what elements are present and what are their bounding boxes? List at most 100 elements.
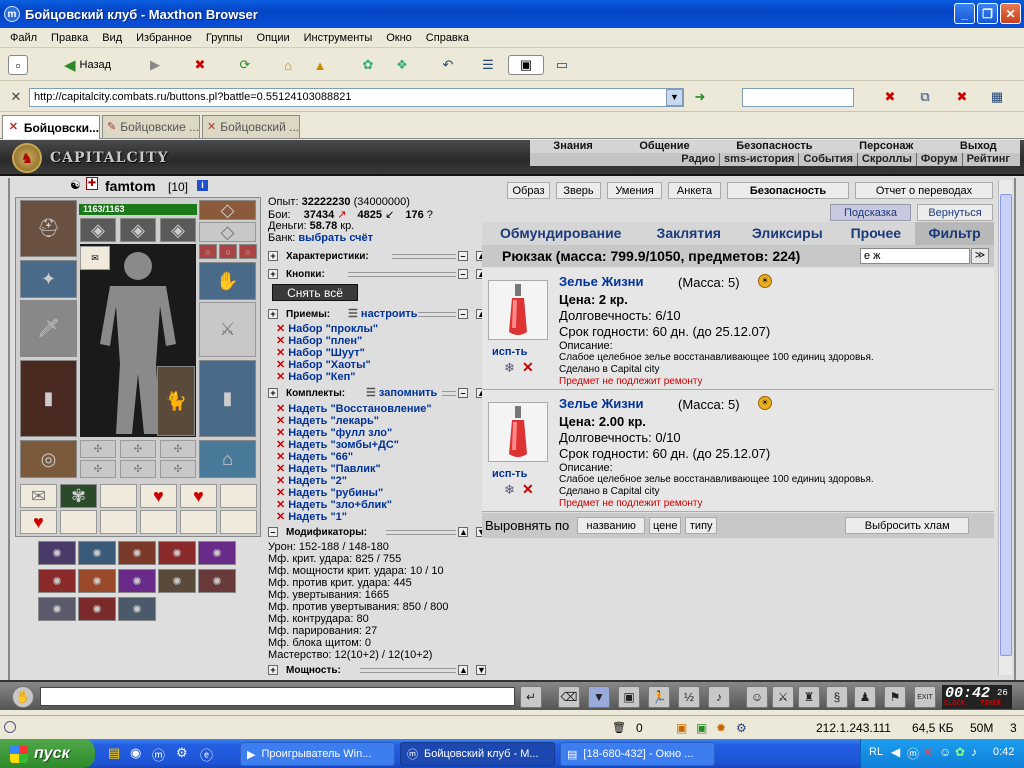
effect-icon[interactable]: ✺ [158, 541, 196, 565]
chat-hand-icon[interactable]: ✋ [12, 686, 34, 708]
effect-icon[interactable]: ✺ [198, 569, 236, 593]
bank-link[interactable]: выбрать счёт [298, 232, 373, 244]
sort-type-button[interactable]: типу [685, 517, 718, 534]
skills-button[interactable]: Умения [607, 182, 662, 199]
minimize-button[interactable]: _ [954, 3, 975, 24]
tray-icon[interactable]: ◀ [891, 745, 900, 759]
filter-go-icon[interactable]: ≫ [971, 248, 989, 264]
sort-price-button[interactable]: цене [649, 517, 682, 534]
tree-icon[interactable]: ❖ [392, 55, 412, 75]
exit-icon[interactable]: EXIT [914, 686, 936, 708]
tab-equipment[interactable]: Обмундирование [482, 222, 640, 245]
fight-icon[interactable]: 🏃 [648, 686, 670, 708]
close-button[interactable]: ✕ [1000, 3, 1021, 24]
flash-icon[interactable]: ✹ [716, 721, 726, 735]
screenshot-icon[interactable]: ▣ [508, 55, 544, 75]
buttons-section[interactable]: + Кнопки: [268, 268, 325, 280]
clock-label[interactable]: CLOCK [944, 700, 965, 708]
mods-section[interactable]: – Модификаторы: [268, 526, 367, 538]
tray-icon[interactable]: ☺ [939, 745, 951, 759]
tray-icon[interactable]: ♪ [971, 745, 977, 759]
tab-3[interactable]: ✕ Бойцовский ... [202, 115, 300, 138]
menu-file[interactable]: Файл [3, 32, 44, 44]
panel-icon[interactable]: ☰ [478, 55, 498, 75]
url-input[interactable]: http://capitalcity.combats.ru/buttons.pl… [29, 88, 684, 107]
smiley-icon[interactable]: ☺ [746, 686, 768, 708]
scroll-slot-11[interactable] [180, 510, 217, 534]
delete-icon[interactable]: ✕ [276, 371, 285, 383]
nav-sms[interactable]: sms-история [719, 153, 798, 166]
url-dropdown-icon[interactable]: ▼ [666, 89, 683, 106]
effect-icon[interactable]: ✺ [78, 597, 116, 621]
language-indicator[interactable]: RL [869, 746, 883, 758]
heart-scroll-1[interactable]: ♥ [140, 484, 177, 508]
nav-character[interactable]: Персонаж [859, 140, 913, 153]
earrings-slot[interactable]: ◇ [199, 200, 256, 220]
menu-tools[interactable]: Инструменты [297, 32, 380, 44]
task-media-player[interactable]: ▶ Проигрыватель Win... [240, 742, 395, 766]
undo-icon[interactable]: ↶ [438, 55, 458, 75]
quicklaunch-icon[interactable]: ⓜ [152, 745, 165, 764]
amulet-slot-3[interactable]: ◈ [160, 218, 196, 242]
effect-icon[interactable]: ✺ [118, 597, 156, 621]
quicklaunch-icon[interactable]: ◉ [130, 745, 141, 761]
scroll-slot-12[interactable] [220, 510, 257, 534]
quicklaunch-icon[interactable]: ⚙ [176, 745, 188, 761]
menu-help[interactable]: Справка [419, 32, 476, 44]
amulet-slot-2[interactable]: ◈ [120, 218, 156, 242]
power-section[interactable]: + Мощность: [268, 664, 341, 676]
back-button[interactable]: ◀ Назад [62, 55, 132, 75]
menu-favorites[interactable]: Избранное [129, 32, 199, 44]
section-arrows[interactable]: ▲▼ [458, 664, 494, 676]
nav-forum[interactable]: Форум [915, 153, 962, 166]
amulet-slot-1[interactable]: ◈ [80, 218, 116, 242]
new-page-icon[interactable]: ▫ [8, 55, 28, 75]
open-folder-icon[interactable]: ▲ [310, 55, 330, 75]
boots-slot[interactable]: ⌂ [199, 440, 256, 478]
grid-icon[interactable]: ▦ [987, 87, 1007, 107]
effect-icon[interactable]: ✺ [78, 569, 116, 593]
menu-window[interactable]: Окно [379, 32, 419, 44]
trash-icon[interactable]: 🗑 [612, 721, 626, 734]
fullscreen-icon[interactable]: ▭ [552, 55, 572, 75]
task-chat-window[interactable]: ▤ [18-680-432] - Окно ... [560, 742, 715, 766]
heart-scroll-2[interactable]: ♥ [180, 484, 217, 508]
effect-icon[interactable]: ✺ [38, 569, 76, 593]
rune-slot-6[interactable]: ✣ [160, 460, 196, 478]
windows-icon[interactable]: ⧉ [915, 87, 935, 107]
tray-icon[interactable]: ✿ [955, 745, 965, 759]
scroll-slot-8[interactable] [60, 510, 97, 534]
group-icon[interactable]: ♟ [854, 686, 876, 708]
stop-icon[interactable]: ✖ [190, 55, 210, 75]
menu-options[interactable]: Опции [250, 32, 297, 44]
char-name[interactable]: famtom [105, 178, 156, 194]
scroll-slot-10[interactable] [140, 510, 177, 534]
pet-button[interactable]: Зверь [556, 182, 601, 199]
send-icon[interactable]: ↵ [520, 686, 542, 708]
filter-input[interactable]: е ж [860, 248, 970, 264]
go-icon[interactable]: ➜ [690, 87, 710, 107]
item-name[interactable]: Зелье Жизни [559, 274, 644, 289]
fraction-icon[interactable]: ½ [678, 686, 700, 708]
tab-elixirs[interactable]: Эликсиры [738, 222, 836, 245]
scroll-slot[interactable]: ✉ [80, 246, 110, 270]
maximize-button[interactable]: ❐ [977, 3, 998, 24]
drop-icon[interactable]: ✕ [522, 481, 534, 498]
transfers-report-button[interactable]: Отчет о переводах [855, 182, 993, 199]
forward-icon[interactable]: ▶ [145, 55, 165, 75]
sets-save-link[interactable]: ☰ запомнить [366, 386, 437, 399]
nav-knowledge[interactable]: Знания [553, 140, 592, 153]
rune-slot-3[interactable]: ✣ [160, 440, 196, 458]
tab-1[interactable]: ✕ Бойцовски... [2, 115, 100, 139]
quicklaunch-icon[interactable]: ⓔ [200, 745, 213, 764]
use-link[interactable]: исп-ть [492, 468, 527, 480]
effect-icon[interactable]: ✺ [198, 541, 236, 565]
rune-slot-5[interactable]: ✣ [120, 460, 156, 478]
scroll-slot-9[interactable] [100, 510, 137, 534]
delete-icon[interactable]: ✕ [276, 511, 285, 523]
nav-radio[interactable]: Радио [677, 153, 719, 166]
sets-section[interactable]: + Комплекты: [268, 387, 345, 399]
effect-icon[interactable]: ✺ [118, 541, 156, 565]
helmet-slot[interactable]: ⛑ [20, 200, 77, 257]
tab-2[interactable]: ✎ Бойцовские ... [102, 115, 200, 138]
